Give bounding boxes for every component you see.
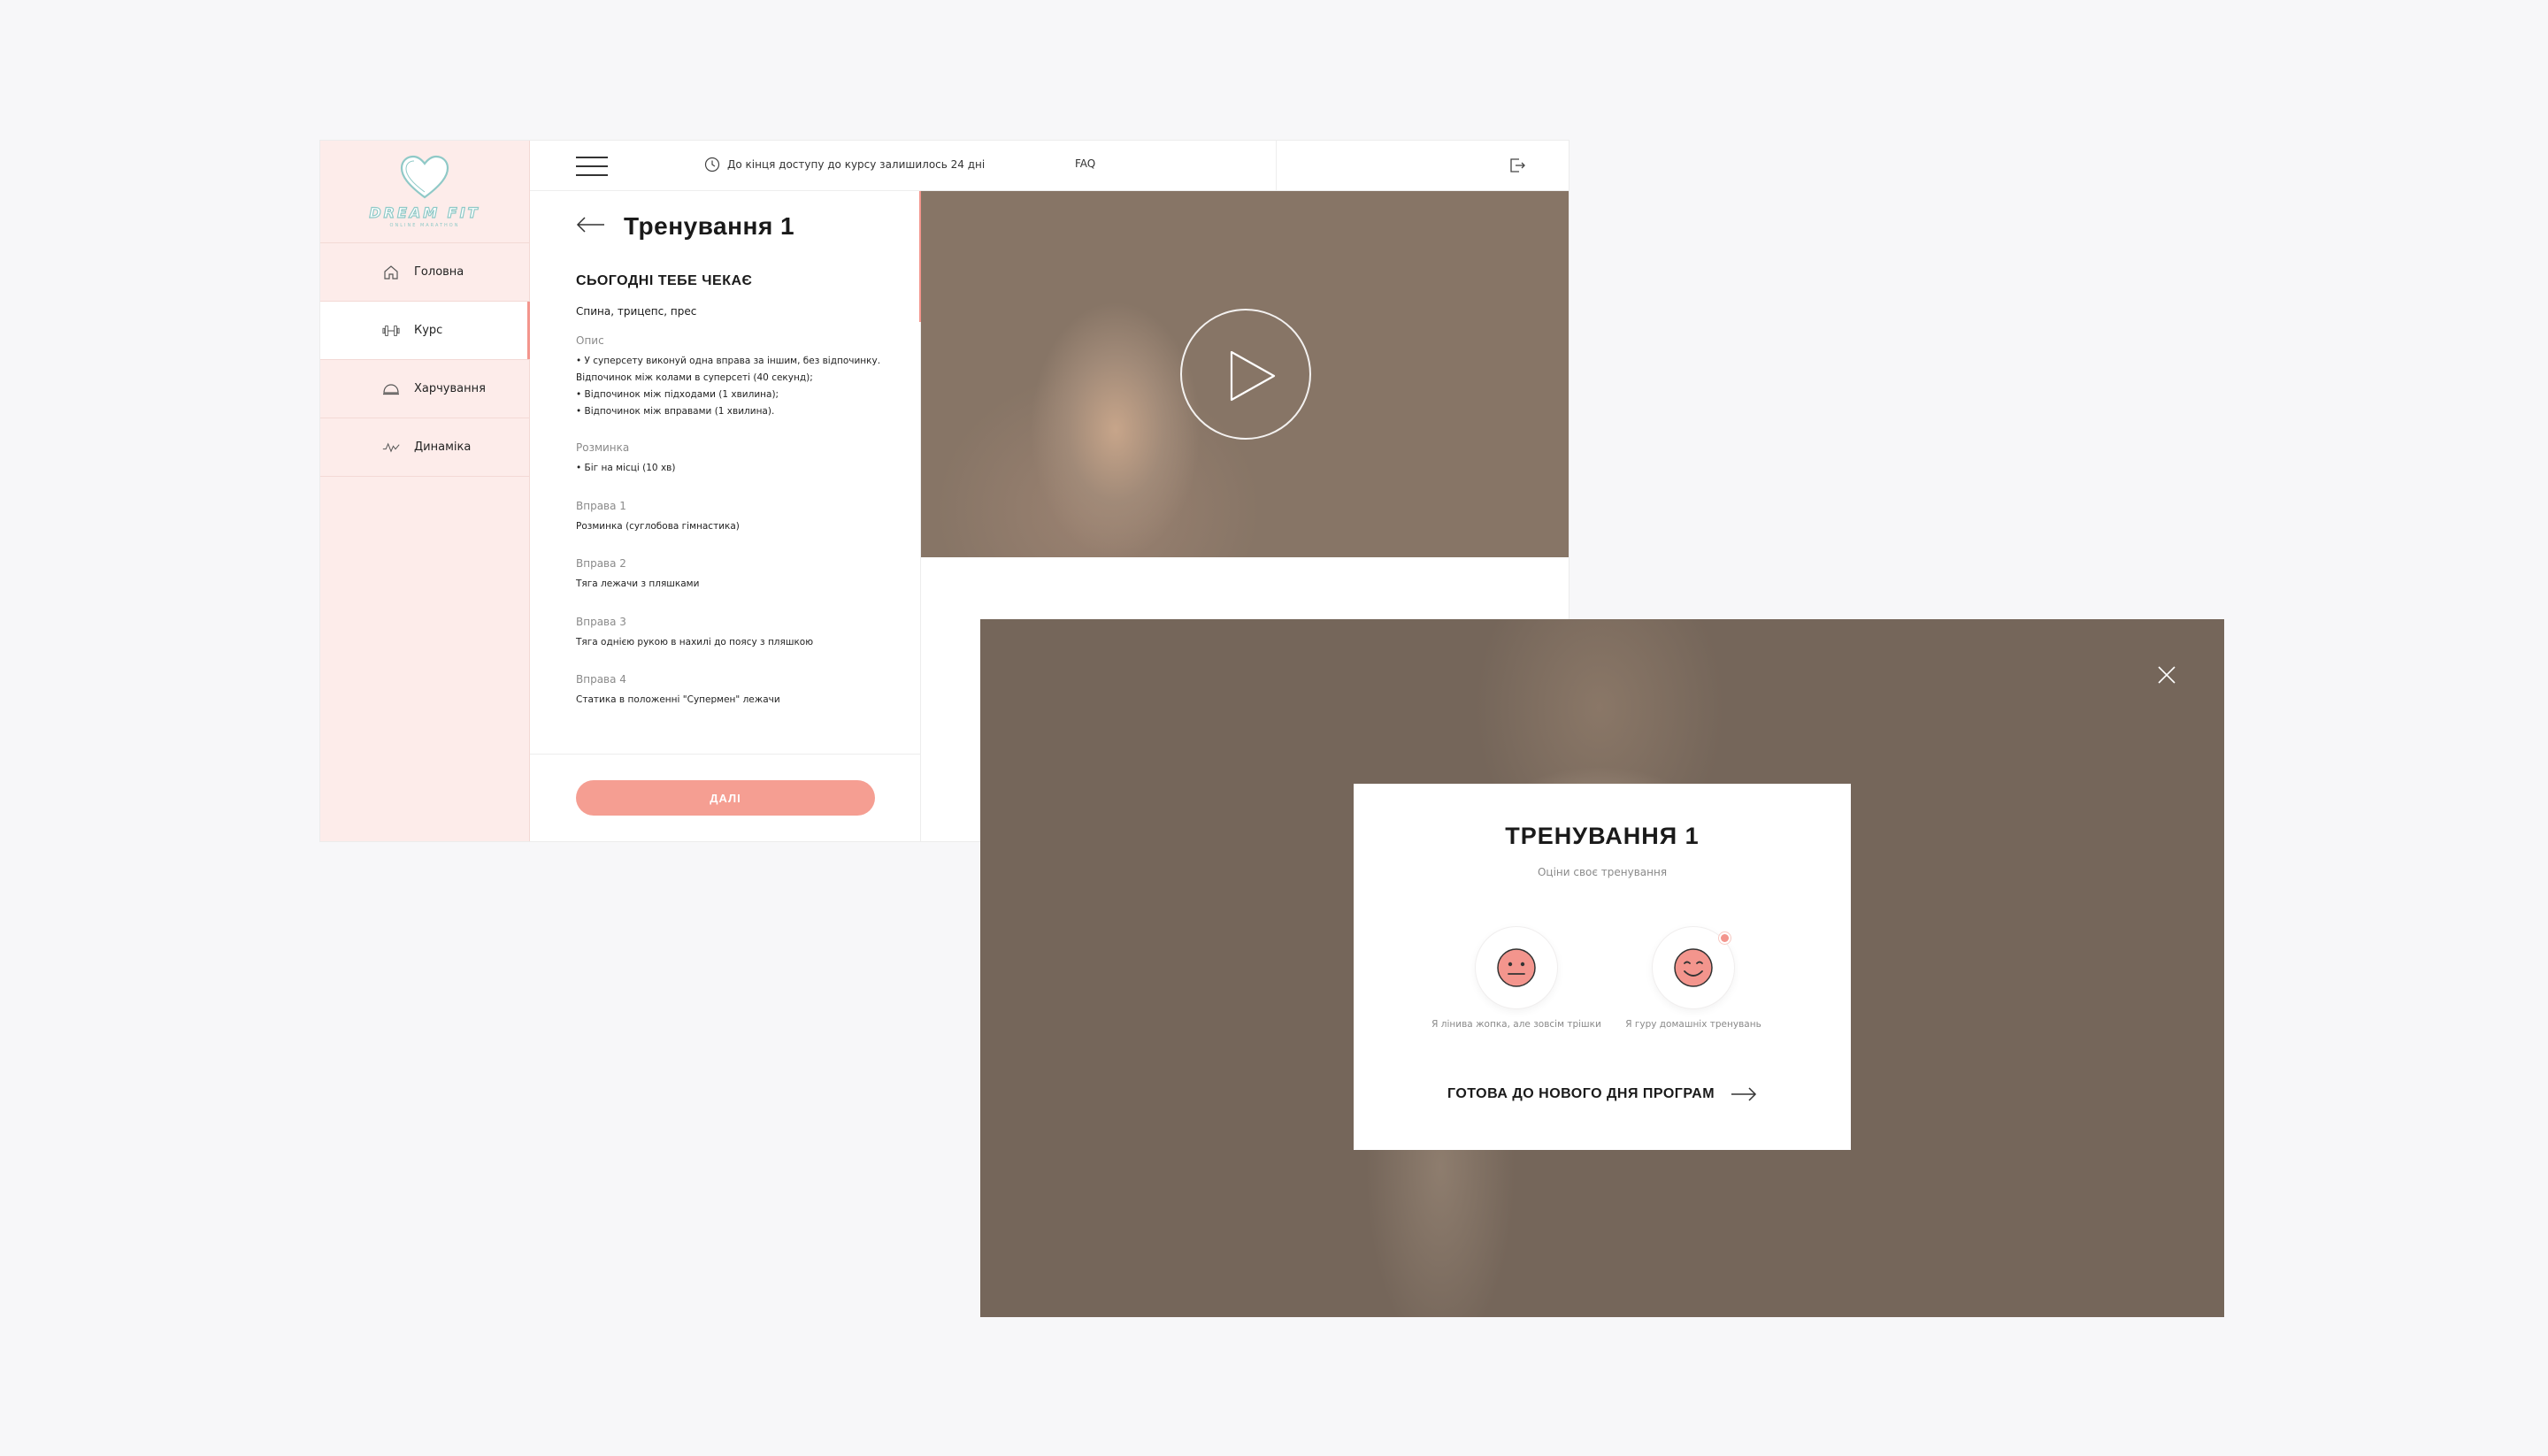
home-icon [382,264,400,281]
access-countdown: До кінця доступу до курсу залишилось 24 … [704,157,985,172]
top-bar: До кінця доступу до курсу залишилось 24 … [530,141,1569,191]
faq-link[interactable]: FAQ [1075,157,1095,170]
clock-icon [704,157,720,172]
sidebar-item-label: Харчування [414,382,486,395]
muscle-groups: Спина, трицепс, прес [576,305,697,318]
dumbbell-icon [382,322,400,340]
rating-option-guru[interactable]: Я гуру домашніх тренувань [1587,927,1800,1030]
page-title: Тренування 1 [624,212,795,240]
sidebar-item-home[interactable]: Головна [320,243,529,302]
today-heading: СЬОГОДНІ ТЕБЕ ЧЕКАЄ [576,273,753,288]
logout-icon [1510,158,1525,172]
smile-face-icon [1674,948,1713,987]
workout-video[interactable] [921,191,1569,557]
exercise-label: Вправа 2 [576,557,626,570]
close-button[interactable] [2157,665,2176,688]
divider [1276,141,1277,191]
sidebar-item-label: Динаміка [414,441,472,454]
play-button[interactable] [1180,309,1311,440]
menu-button[interactable] [576,157,608,176]
sidebar-nav: Головна Курс Харчування Динаміка [320,243,530,477]
activity-icon [382,439,400,456]
footer-divider [530,754,921,755]
modal-title: ТРЕНУВАННЯ 1 [1505,823,1700,849]
rating-modal: ТРЕНУВАННЯ 1 Оціни своє тренування Я лін… [1354,784,1851,1150]
brand-logo[interactable]: DREAM FIT ONLINE MARATHON [320,141,529,243]
exercise-label: Вправа 4 [576,673,626,686]
exercise-text: Статика в положенні "Супермен" лежачи [576,694,780,705]
exercise-label: Вправа 3 [576,616,626,628]
description-line: • У суперсету виконуй одна вправа за інш… [576,356,881,366]
exercise-text: Тяга однією рукою в нахилі до поясу з пл… [576,637,814,648]
heart-logo-icon [400,155,449,199]
food-cloche-icon [382,380,400,398]
back-button[interactable] [576,216,606,237]
selected-indicator [1721,934,1729,942]
brand-tagline: ONLINE MARATHON [389,223,460,228]
rating-overlay: ТРЕНУВАННЯ 1 Оціни своє тренування Я лін… [980,619,2224,1317]
workout-details: Тренування 1 СЬОГОДНІ ТЕБЕ ЧЕКАЄ Спина, … [530,191,921,841]
access-text: До кінця доступу до курсу залишилось 24 … [727,158,986,171]
arrow-right-icon [1731,1087,1757,1101]
neutral-face-icon [1497,948,1536,987]
sidebar-item-nutrition[interactable]: Харчування [320,360,529,418]
brand-name: DREAM FIT [369,203,480,221]
sidebar-item-label: Курс [414,324,443,337]
warmup-label: Розминка [576,441,630,454]
exercise-text: Тяга лежачи з пляшками [576,579,700,589]
exercise-label: Вправа 1 [576,500,626,512]
next-button[interactable]: ДАЛІ [576,780,875,816]
logout-button[interactable] [1508,156,1527,179]
close-icon [2158,666,2176,684]
rating-label: Я гуру домашніх тренувань [1625,1019,1761,1030]
rating-circle [1653,927,1734,1008]
description-line: Відпочинок між колами в суперсеті (40 се… [576,372,813,383]
modal-subtitle: Оціни своє тренування [1537,866,1668,878]
warmup-text: • Біг на місці (10 хв) [576,463,676,473]
title-row: Тренування 1 [576,212,794,241]
sidebar-item-course[interactable]: Курс [320,302,530,360]
menu-icon [576,157,608,158]
description-line: • Відпочинок між вправами (1 хвилина). [576,406,775,417]
sidebar: DREAM FIT ONLINE MARATHON Головна Курс Х… [320,141,530,841]
description-label: Опис [576,334,604,347]
ready-label: ГОТОВА ДО НОВОГО ДНЯ ПРОГРАМ [1447,1086,1715,1101]
ready-next-day-button[interactable]: ГОТОВА ДО НОВОГО ДНЯ ПРОГРАМ [1354,1086,1851,1102]
rating-circle [1476,927,1557,1008]
sidebar-item-label: Головна [414,265,464,279]
sidebar-item-progress[interactable]: Динаміка [320,418,529,477]
description-line: • Відпочинок між підходами (1 хвилина); [576,389,779,400]
arrow-left-icon [576,217,604,233]
exercise-text: Розминка (суглобова гімнастика) [576,521,740,532]
play-icon [1230,350,1276,402]
description-text: • У суперсету виконуй одна вправа за інш… [576,353,880,420]
